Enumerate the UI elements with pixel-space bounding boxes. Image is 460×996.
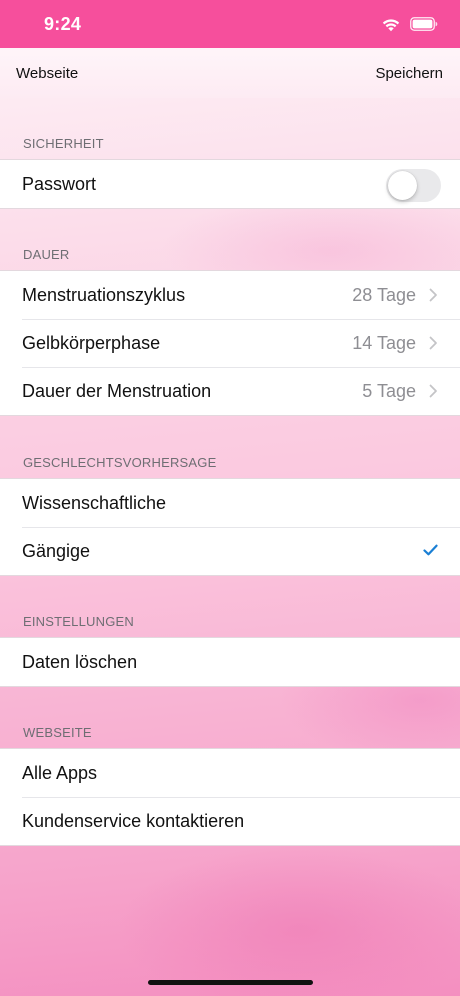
section-header-duration: DAUER <box>23 247 70 262</box>
gender-prediction-group: Wissenschaftliche Gängige <box>0 478 460 576</box>
section-header-security: SICHERHEIT <box>23 136 104 151</box>
section-header-gender-prediction: GESCHLECHTSVORHERSAGE <box>23 455 217 470</box>
contact-support-label: Kundenservice kontaktieren <box>22 811 245 831</box>
website-nav-button[interactable]: Webseite <box>16 65 78 82</box>
scientific-method-label: Wissenschaftliche <box>22 493 167 513</box>
duration-group: Menstruationszyklus 28 Tage Gelbkörperph… <box>0 270 460 416</box>
period-duration-value: 5 Tage <box>362 381 416 401</box>
delete-data-row[interactable]: Daten löschen <box>0 638 460 686</box>
status-icons <box>381 15 438 33</box>
battery-icon <box>410 17 438 31</box>
section-header-website: WEBSEITE <box>23 725 92 740</box>
scientific-method-row[interactable]: Wissenschaftliche <box>0 479 460 527</box>
chevron-right-icon <box>429 288 438 302</box>
settings-group: Daten löschen <box>0 637 460 687</box>
security-group: Passwort <box>0 159 460 209</box>
toggle-knob <box>388 171 417 200</box>
home-indicator <box>148 980 313 985</box>
period-duration-label: Dauer der Menstruation <box>22 381 212 401</box>
cycle-length-value: 28 Tage <box>352 285 416 305</box>
navigation-bar: Webseite Speichern <box>0 48 460 98</box>
save-button[interactable]: Speichern <box>375 65 443 82</box>
wifi-icon <box>381 17 401 32</box>
delete-data-label: Daten löschen <box>22 652 138 672</box>
chevron-right-icon <box>429 384 438 398</box>
checkmark-icon <box>423 544 438 556</box>
cycle-length-row[interactable]: Menstruationszyklus 28 Tage <box>0 271 460 319</box>
period-duration-row[interactable]: Dauer der Menstruation 5 Tage <box>0 367 460 415</box>
all-apps-row[interactable]: Alle Apps <box>0 749 460 797</box>
luteal-phase-value: 14 Tage <box>352 333 416 353</box>
password-row: Passwort <box>0 160 460 208</box>
cycle-length-label: Menstruationszyklus <box>22 285 186 305</box>
contact-support-row[interactable]: Kundenservice kontaktieren <box>0 797 460 845</box>
all-apps-label: Alle Apps <box>22 763 98 783</box>
section-header-settings: EINSTELLUNGEN <box>23 614 134 629</box>
luteal-phase-row[interactable]: Gelbkörperphase 14 Tage <box>0 319 460 367</box>
luteal-phase-label: Gelbkörperphase <box>22 333 161 353</box>
common-method-label: Gängige <box>22 541 91 561</box>
password-toggle[interactable] <box>386 169 441 202</box>
password-label: Passwort <box>22 174 97 194</box>
common-method-row[interactable]: Gängige <box>0 527 460 575</box>
chevron-right-icon <box>429 336 438 350</box>
status-bar: 9:24 <box>0 0 460 48</box>
website-group: Alle Apps Kundenservice kontaktieren <box>0 748 460 846</box>
status-time: 9:24 <box>44 14 82 34</box>
